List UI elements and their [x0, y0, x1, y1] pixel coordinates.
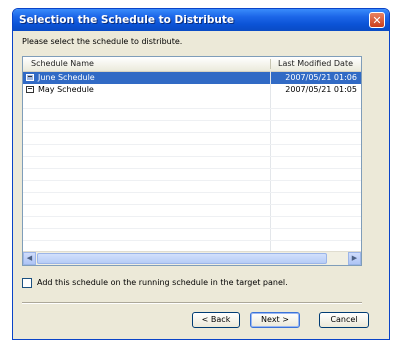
row-gridline	[23, 108, 361, 109]
dialog-title: Selection the Schedule to Distribute	[13, 9, 389, 31]
row-gridline	[23, 240, 361, 241]
row-gridline	[23, 204, 361, 205]
schedule-icon	[26, 74, 34, 81]
list-header: Schedule Name Last Modified Date	[23, 57, 361, 72]
row-gridline	[23, 180, 361, 181]
schedule-list[interactable]: Schedule Name Last Modified Date June Sc…	[22, 56, 362, 266]
row-gridline	[23, 144, 361, 145]
column-header-schedule-name[interactable]: Schedule Name	[31, 59, 94, 68]
row-gridline	[23, 216, 361, 217]
row-gridline	[23, 120, 361, 121]
row-gridline	[23, 228, 361, 229]
add-to-running-checkbox[interactable]	[22, 278, 32, 288]
button-separator	[22, 302, 362, 304]
row-gridline	[23, 192, 361, 193]
chevron-left-icon: ◀	[26, 254, 33, 262]
scroll-right-button[interactable]: ▶	[348, 252, 361, 265]
close-button[interactable]: ✕	[369, 12, 385, 28]
horizontal-scrollbar[interactable]: ◀ ▶	[23, 251, 361, 265]
column-header-last-modified[interactable]: Last Modified Date	[278, 59, 353, 68]
close-icon: ✕	[372, 14, 382, 27]
schedule-name: June Schedule	[38, 73, 95, 82]
schedule-name: May Schedule	[38, 85, 94, 94]
row-gridline	[23, 168, 361, 169]
column-divider[interactable]	[270, 59, 271, 69]
schedule-date: 2007/05/21 01:06	[285, 73, 357, 82]
list-item-may-schedule[interactable]: May Schedule 2007/05/21 01:05	[23, 84, 361, 96]
row-gridline	[23, 156, 361, 157]
instruction-text: Please select the schedule to distribute…	[22, 37, 183, 46]
schedule-date: 2007/05/21 01:05	[285, 85, 357, 94]
cancel-button[interactable]: Cancel	[319, 312, 369, 328]
column-gridline	[270, 71, 271, 251]
chevron-right-icon: ▶	[351, 254, 358, 262]
scroll-thumb[interactable]	[37, 253, 327, 264]
row-gridline	[23, 132, 361, 133]
add-to-running-label[interactable]: Add this schedule on the running schedul…	[37, 278, 288, 287]
scroll-left-button[interactable]: ◀	[23, 252, 36, 265]
back-button[interactable]: < Back	[192, 312, 240, 328]
next-button[interactable]: Next >	[250, 312, 300, 328]
schedule-icon	[26, 86, 34, 93]
list-item-june-schedule[interactable]: June Schedule 2007/05/21 01:06	[23, 72, 361, 84]
